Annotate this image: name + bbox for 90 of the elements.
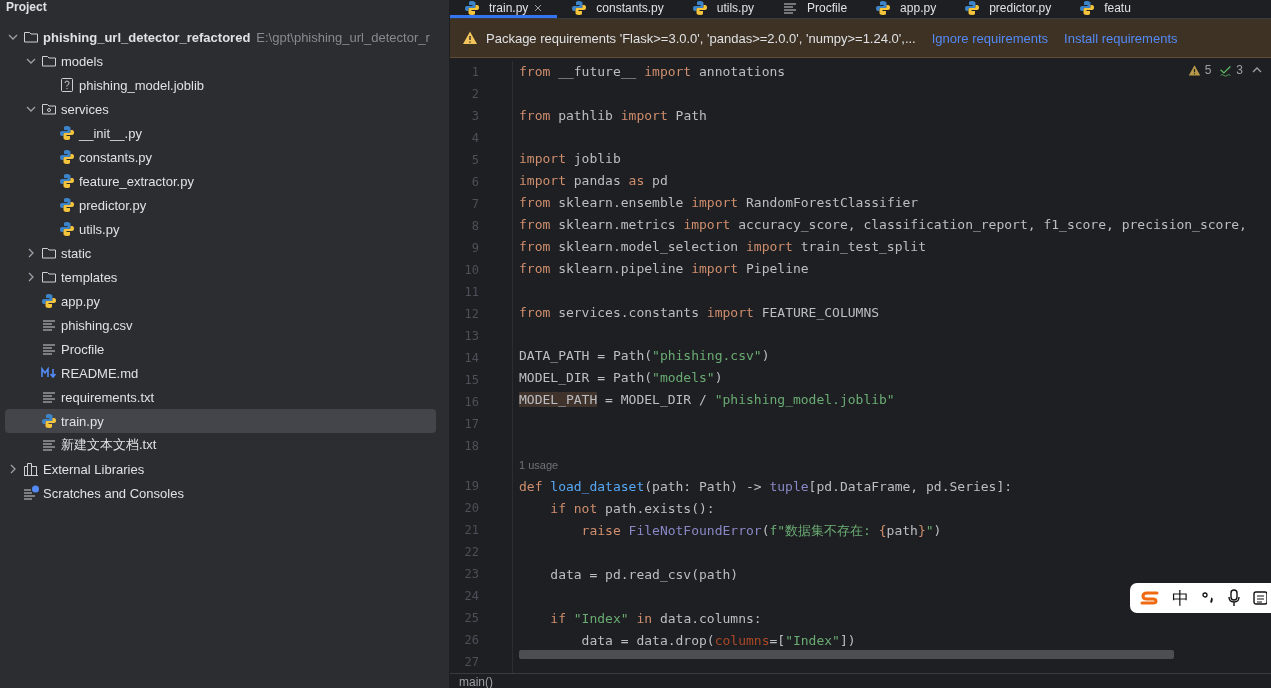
python-icon bbox=[59, 197, 75, 213]
microphone-icon[interactable] bbox=[1227, 589, 1241, 607]
code-line: if "Index" in data.columns: bbox=[549, 609, 762, 628]
ime-mode[interactable]: 中 bbox=[1172, 586, 1189, 610]
code-line: if not path.exists(): bbox=[549, 500, 715, 519]
usage-hint[interactable]: 1 usage bbox=[519, 454, 559, 477]
warning-count[interactable]: 5 bbox=[1204, 63, 1212, 77]
code-line: import pandas as pd bbox=[519, 172, 668, 191]
python-icon bbox=[964, 0, 981, 16]
text-file-icon bbox=[41, 317, 57, 333]
tree-item[interactable]: feature_extractor.py bbox=[5, 169, 436, 193]
close-icon[interactable] bbox=[533, 2, 544, 13]
tree-item[interactable]: 新建文本文档.txt bbox=[5, 433, 436, 457]
code-line: from sklearn.metrics import accuracy_score, classification_report, f1_score, precision_score, bbox=[519, 216, 1247, 235]
python-icon bbox=[59, 149, 75, 165]
tree-item[interactable]: static bbox=[5, 241, 436, 265]
tree-item[interactable]: requirements.txt bbox=[5, 385, 436, 409]
python-icon bbox=[59, 173, 75, 189]
tree-item[interactable]: phishing_model.joblib bbox=[5, 73, 436, 97]
tree-item[interactable]: services bbox=[5, 97, 436, 121]
tree-item[interactable]: Scratches and Consoles bbox=[5, 481, 436, 505]
python-icon bbox=[875, 0, 892, 16]
tree-item[interactable]: __init__.py bbox=[5, 121, 436, 145]
python-icon bbox=[571, 0, 588, 16]
python-icon bbox=[691, 0, 708, 16]
text-file-icon bbox=[41, 341, 57, 357]
breadcrumb[interactable]: main() bbox=[459, 675, 493, 688]
tree-item[interactable]: Procfile bbox=[5, 337, 436, 361]
text-file-icon bbox=[782, 0, 799, 16]
editor-tab[interactable]: utils.py bbox=[677, 0, 769, 18]
warning-icon bbox=[462, 30, 478, 46]
package-folder-icon bbox=[41, 101, 57, 117]
code-line: from services.constants import FEATURE_COLUMNS bbox=[519, 303, 880, 322]
code-line: from pathlib import Path bbox=[519, 106, 707, 125]
python-icon bbox=[1079, 0, 1096, 16]
scratches-icon bbox=[23, 485, 39, 501]
folder-icon bbox=[23, 29, 39, 45]
code-line: from sklearn.model_selection import train_test_split bbox=[519, 238, 926, 257]
punctuation-icon[interactable] bbox=[1201, 590, 1215, 606]
tree-item[interactable]: predictor.py bbox=[5, 193, 436, 217]
editor-tab[interactable]: featu bbox=[1065, 0, 1145, 18]
tree-item[interactable]: README.md bbox=[5, 361, 436, 385]
ime-logo-icon bbox=[1140, 590, 1160, 606]
python-icon bbox=[464, 0, 480, 16]
tree-item[interactable]: External Libraries bbox=[5, 457, 436, 481]
library-icon bbox=[23, 461, 39, 477]
code-line: data = data.drop(columns=["Index"]) bbox=[580, 631, 856, 650]
code-line: import joblib bbox=[519, 150, 621, 169]
banner-link[interactable]: Ignore requirements bbox=[931, 30, 1049, 46]
tree-item[interactable]: phishing.csv bbox=[5, 313, 436, 337]
text-file-icon bbox=[41, 437, 57, 453]
tree-item[interactable]: constants.py bbox=[5, 145, 436, 169]
folder-icon bbox=[41, 245, 57, 261]
banner-link[interactable]: Install requirements bbox=[1064, 30, 1178, 46]
python-icon bbox=[59, 125, 75, 141]
tree-item[interactable]: models bbox=[5, 49, 436, 73]
check-icon[interactable] bbox=[1219, 63, 1233, 77]
tree-item[interactable]: utils.py bbox=[5, 217, 436, 241]
editor-tab[interactable]: constants.py bbox=[557, 0, 678, 18]
keyboard-icon[interactable] bbox=[1253, 590, 1267, 606]
code-line: data = pd.read_csv(path) bbox=[549, 565, 739, 584]
panel-title[interactable]: Project bbox=[6, 0, 47, 14]
unknown-file-icon bbox=[59, 77, 75, 93]
code-line: MODEL_PATH = MODEL_DIR / "phishing_model.joblib" bbox=[519, 391, 895, 410]
tree-item[interactable]: phishing_url_detector_refactored E:\gpt\phishing_url_detector_r bbox=[5, 25, 436, 49]
tree-item[interactable]: templates bbox=[5, 265, 436, 289]
editor-tab[interactable]: app.py bbox=[861, 0, 951, 18]
python-icon bbox=[41, 293, 57, 309]
folder-icon bbox=[41, 53, 57, 69]
warning-icon[interactable] bbox=[1187, 63, 1201, 77]
code-line: DATA_PATH = Path("phishing.csv") bbox=[519, 347, 770, 366]
text-file-icon bbox=[41, 389, 57, 405]
code-line: from sklearn.ensemble import RandomForestClassifier bbox=[519, 194, 919, 213]
tree-item[interactable]: app.py bbox=[5, 289, 436, 313]
code-line: def load_dataset(path: Path) -> tuple[pd.DataFrame, pd.Series]: bbox=[519, 478, 1013, 497]
code-line: from __future__ import annotations bbox=[519, 63, 786, 81]
python-icon bbox=[41, 413, 57, 429]
editor-tab[interactable]: Procfile bbox=[768, 0, 862, 18]
banner-message: Package requirements 'Flask>=3.0.0', 'pandas>=2.0.0', 'numpy>=1.24.0',... bbox=[486, 30, 916, 46]
typo-count[interactable]: 3 bbox=[1236, 63, 1243, 77]
tree-item[interactable]: train.py bbox=[5, 409, 436, 433]
code-line: from sklearn.pipeline import Pipeline bbox=[519, 260, 809, 279]
code-line: raise FileNotFoundError(f"数据集不存在: {path}") bbox=[580, 522, 942, 541]
markdown-icon bbox=[41, 365, 57, 381]
code-line: MODEL_DIR = Path("models") bbox=[519, 369, 723, 388]
folder-icon bbox=[41, 269, 57, 285]
editor-tab[interactable]: predictor.py bbox=[950, 0, 1066, 18]
python-icon bbox=[59, 221, 75, 237]
scrollbar-thumb[interactable] bbox=[519, 650, 1174, 659]
path-hint: E:\gpt\phishing_url_detector_r bbox=[256, 29, 430, 45]
